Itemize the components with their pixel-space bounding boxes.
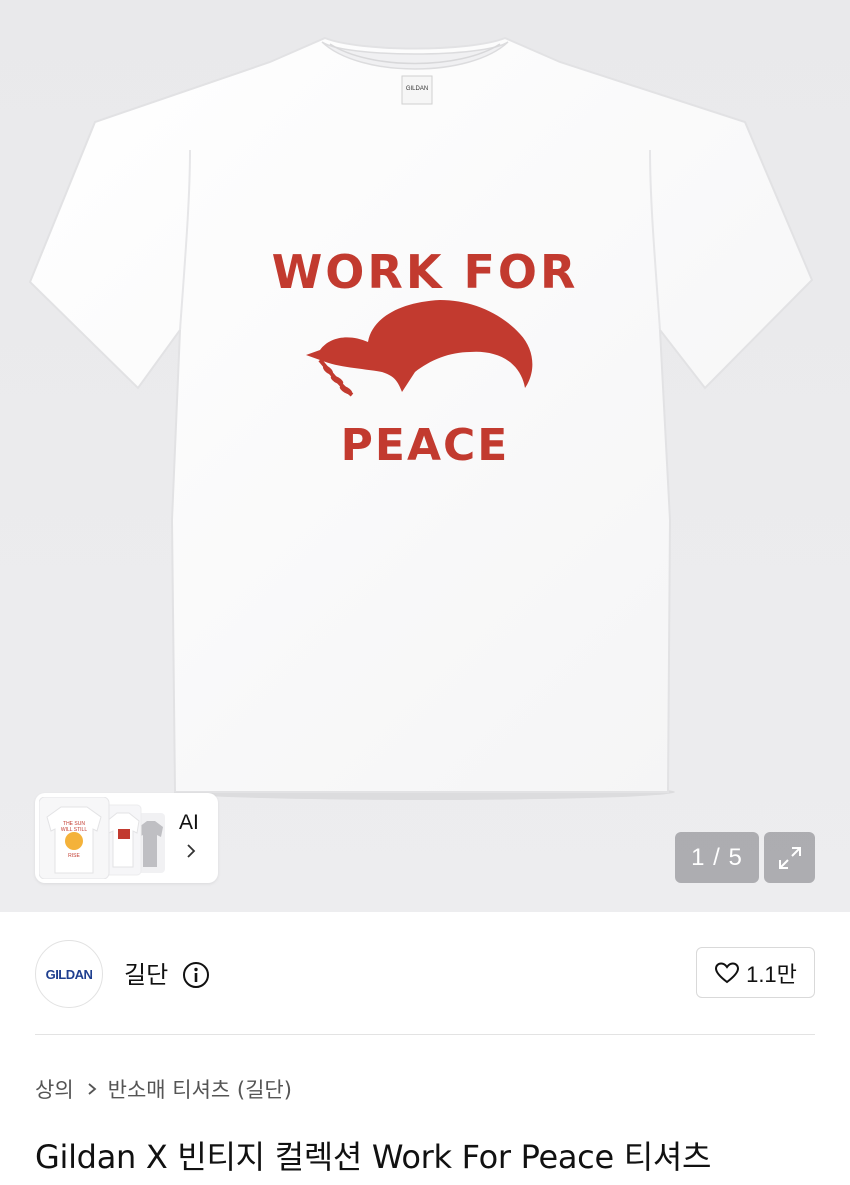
like-button[interactable]: 1.1만 <box>696 947 815 998</box>
svg-text:RISE: RISE <box>68 853 80 859</box>
product-title: Gildan X 빈티지 컬렉션 Work For Peace 티셔츠 <box>35 1138 712 1176</box>
image-counter: 1 / 5 <box>675 832 759 883</box>
breadcrumb-item-category[interactable]: 상의 <box>35 1074 74 1104</box>
print-text-line1: WORK FOR <box>272 245 579 299</box>
chevron-right-icon <box>187 844 196 858</box>
brand-logo-text: GILDAN <box>45 966 93 982</box>
expand-button[interactable] <box>764 832 815 883</box>
shirt-tag-text: GILDAN <box>406 86 428 92</box>
ai-thumbnail-stack: THE SUN WILL STILL RISE <box>39 797 165 879</box>
breadcrumb-item-subcategory[interactable]: 반소매 티셔츠 (길단) <box>108 1074 292 1104</box>
brand-name[interactable]: 길단 <box>124 955 168 990</box>
chevron-right-icon <box>86 1082 98 1096</box>
product-photo-tshirt: GILDAN WORK FOR PEACE <box>0 0 850 912</box>
ai-styling-card[interactable]: THE SUN WILL STILL RISE AI <box>35 793 218 883</box>
expand-icon <box>778 846 801 869</box>
svg-text:WILL STILL: WILL STILL <box>61 827 87 833</box>
like-count: 1.1만 <box>746 961 797 987</box>
print-text-line2: PEACE <box>341 420 510 471</box>
ai-label: AI <box>179 811 199 834</box>
heart-icon <box>715 961 740 983</box>
divider <box>35 1034 815 1035</box>
product-image-gallery[interactable]: GILDAN WORK FOR PEACE THE SUN WILL STILL… <box>0 0 850 912</box>
info-icon[interactable] <box>181 960 211 990</box>
brand-logo[interactable]: GILDAN <box>35 940 103 1008</box>
breadcrumb: 상의 반소매 티셔츠 (길단) <box>35 1074 292 1104</box>
